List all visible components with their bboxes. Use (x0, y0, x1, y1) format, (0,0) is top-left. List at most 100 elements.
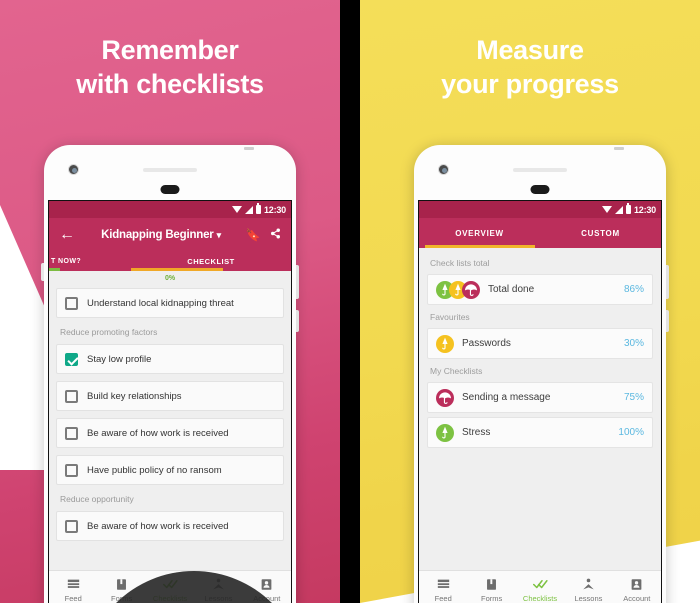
battery-icon (625, 203, 631, 214)
task-label: Have public policy of no ransom (87, 464, 222, 476)
lessons-icon (564, 577, 612, 592)
front-camera-icon (438, 164, 449, 175)
feed-icon (49, 577, 97, 592)
power-button[interactable] (666, 265, 669, 299)
umbrella-closed-icon (436, 334, 454, 353)
left-status-bar: 12:30 (49, 201, 291, 218)
left-headline-line1: Remember (101, 35, 239, 65)
nav-item-account[interactable]: Account (613, 577, 661, 603)
nav-item-label: Account (623, 593, 651, 603)
sensor-dot (160, 185, 180, 194)
earpiece-speaker (513, 168, 567, 172)
nav-item-forms[interactable]: Forms (467, 577, 515, 603)
tab-active-indicator (131, 268, 223, 271)
task-checkbox[interactable] (65, 352, 78, 366)
right-headline-line1: Measure (476, 35, 584, 65)
task-checkbox[interactable] (65, 463, 78, 477)
checklist-percent: 100% (618, 427, 644, 438)
tab-whatnow[interactable]: T NOW? (49, 258, 131, 265)
left-phone-screen: 12:30 ← Kidnapping Beginner ▾ 🔖 T NOW? C… (48, 200, 292, 603)
earpiece-speaker (143, 168, 197, 172)
task-label: Build key relationships (87, 390, 182, 402)
forms-icon (467, 577, 515, 592)
checklist-task-row[interactable]: Build key relationships (56, 381, 284, 411)
left-tab-bar: T NOW? CHECKLIST (49, 251, 291, 271)
umbrella-icon (462, 280, 480, 299)
checklist-progress-row[interactable]: Stress 100% (427, 417, 653, 448)
right-headline-line2: your progress (441, 68, 619, 99)
overview-section-heading: Favourites (430, 312, 470, 322)
nav-item-lessons[interactable]: Lessons (564, 577, 612, 603)
task-label: Be aware of how work is received (87, 427, 229, 439)
checklist-progress-row[interactable]: Passwords 30% (427, 328, 653, 359)
umbrella-icon (436, 388, 454, 407)
checklist-percent: 75% (623, 392, 644, 403)
checklist-progress-row[interactable]: Total done 86% (427, 274, 653, 305)
sim-tray (41, 263, 44, 281)
back-arrow-icon[interactable]: ← (57, 226, 77, 244)
right-promo-panel: Measure your progress 12:30 OVERVIEW CUS… (360, 0, 700, 603)
left-phone-mockup: 12:30 ← Kidnapping Beginner ▾ 🔖 T NOW? C… (41, 145, 299, 603)
left-app-bar: ← Kidnapping Beginner ▾ 🔖 (49, 218, 291, 251)
progress-percent: 0% (164, 274, 176, 282)
checklist-task-row[interactable]: Be aware of how work is received (56, 511, 284, 541)
tab-active-indicator (425, 245, 535, 248)
left-headline-line2: with checklists (76, 68, 264, 99)
overview-section-heading: My Checklists (430, 366, 483, 376)
power-button[interactable] (296, 265, 299, 299)
checklist-section-heading: Reduce opportunity (60, 494, 134, 504)
page-title-text: Kidnapping Beginner (101, 228, 214, 241)
checklist-name: Sending a message (462, 392, 551, 403)
wifi-icon (231, 206, 242, 213)
checklist-section-heading: Reduce promoting factors (60, 327, 158, 337)
volume-button[interactable] (666, 310, 669, 332)
app-store-screenshot-pair: Remember with checklists 12:30 ← Kidnapp… (0, 0, 700, 603)
overview-section-heading: Check lists total (430, 258, 490, 268)
double-check-icon (516, 577, 564, 592)
task-checkbox[interactable] (65, 426, 78, 440)
checklist-name: Passwords (462, 338, 511, 349)
front-camera-icon (68, 164, 79, 175)
progress-percent-row: 0% (49, 271, 291, 285)
nav-item-label: Feed (434, 593, 452, 603)
status-time: 12:30 (633, 204, 656, 215)
checklist-task-row[interactable]: Have public policy of no ransom (56, 455, 284, 485)
checklist-percent: 30% (623, 338, 644, 349)
signal-icon (244, 205, 253, 214)
right-status-bar: 12:30 (419, 201, 661, 218)
nav-item-feed[interactable]: Feed (419, 577, 467, 603)
task-label: Understand local kidnapping threat (87, 297, 234, 309)
task-checkbox[interactable] (65, 519, 78, 533)
umbrella-stack-icon (436, 280, 480, 299)
tab-overview[interactable]: OVERVIEW (419, 229, 540, 238)
panel-divider (340, 0, 360, 603)
nav-item-label: Forms (480, 593, 503, 603)
checklist-task-row[interactable]: Understand local kidnapping threat (56, 288, 284, 318)
right-phone-screen: 12:30 OVERVIEW CUSTOM Check lists total To… (418, 200, 662, 603)
task-checkbox[interactable] (65, 296, 78, 310)
checklist-container: Understand local kidnapping threat Reduce… (49, 285, 291, 551)
status-time: 12:30 (263, 204, 286, 215)
battery-icon (255, 203, 261, 214)
page-title[interactable]: Kidnapping Beginner ▾ (83, 229, 239, 241)
checklist-task-row[interactable]: Stay low profile (56, 344, 284, 374)
nav-item-label: Feed (64, 593, 82, 603)
checklist-name: Stress (462, 427, 491, 438)
volume-button[interactable] (296, 310, 299, 332)
nav-item-label: Checklists (522, 593, 558, 603)
left-promo-panel: Remember with checklists 12:30 ← Kidnapp… (0, 0, 340, 603)
umbrella-icon (436, 334, 454, 353)
account-icon (613, 577, 661, 592)
nav-item-feed[interactable]: Feed (49, 577, 97, 603)
share-icon[interactable] (267, 228, 283, 242)
checklist-name: Total done (488, 284, 535, 295)
nav-item-checklists[interactable]: Checklists (516, 577, 564, 603)
left-headline: Remember with checklists (0, 34, 340, 102)
bookmark-icon[interactable]: 🔖 (245, 228, 261, 242)
tab-progress-sliver (49, 268, 60, 271)
tab-checklist[interactable]: CHECKLIST (131, 257, 291, 266)
checklist-progress-row[interactable]: Sending a message 75% (427, 382, 653, 413)
task-checkbox[interactable] (65, 389, 78, 403)
checklist-task-row[interactable]: Be aware of how work is received (56, 418, 284, 448)
tab-custom[interactable]: CUSTOM (540, 229, 661, 238)
